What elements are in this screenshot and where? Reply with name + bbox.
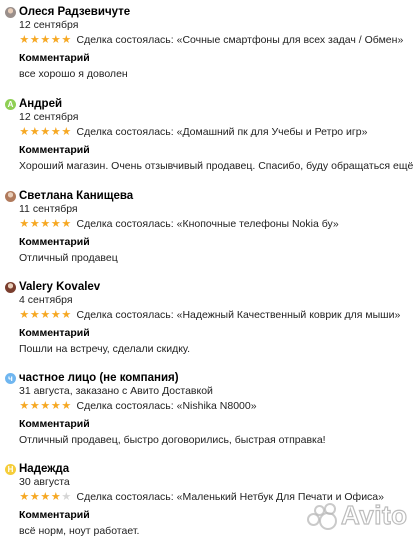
star-filled-icon: ★ (19, 400, 30, 412)
comment-label: Комментарий (19, 418, 90, 430)
avatar[interactable] (5, 190, 16, 202)
review-header: ч частное лицо (не компания) (5, 370, 179, 386)
deal-text: Сделка состоялась: «Nishika N8000» (77, 400, 257, 412)
star-filled-icon: ★ (40, 126, 51, 138)
comment-label: Комментарий (19, 144, 90, 156)
deal-title[interactable]: «Домашний пк для Учебы и Ретро игр» (177, 126, 368, 138)
deal-text: Сделка состоялась: «Надежный Качественны… (77, 309, 401, 321)
deal-text: Сделка состоялась: «Кнопочные телефоны N… (77, 218, 339, 230)
comment-text: Пошли на встречу, сделали скидку. (19, 343, 191, 355)
deal-prefix: Сделка состоялась: (76, 34, 174, 46)
deal-title[interactable]: «Сочные смартфоны для всех задач / Обмен… (177, 34, 404, 46)
star-filled-icon: ★ (50, 218, 61, 230)
reviewer-name[interactable]: Надежда (19, 463, 69, 475)
star-filled-icon: ★ (40, 400, 51, 412)
deal-row: ★ ★ ★ ★ ★ Сделка состоялась: «Nishika N8000» (19, 400, 257, 412)
rating-stars: ★ ★ ★ ★ ★ (19, 126, 72, 138)
deal-row: ★ ★ ★ ★ ★ Сделка состоялась: «Надежный Качес… (19, 309, 400, 321)
review-date: 12 сентября (19, 19, 79, 31)
deal-text: Сделка состоялась: «Домашний пк для Учеб… (77, 126, 368, 138)
review-date: 4 сентября (19, 294, 73, 306)
star-filled-icon: ★ (50, 126, 61, 138)
star-filled-icon: ★ (61, 218, 72, 230)
star-filled-icon: ★ (40, 309, 51, 321)
comment-text: всё норм, ноут работает. (19, 525, 140, 537)
star-filled-icon: ★ (29, 34, 40, 46)
star-filled-icon: ★ (50, 34, 61, 46)
deal-row: ★ ★ ★ ★ ★ Сделка состоялась: «Сочные смартфо… (19, 34, 403, 46)
reviewer-name[interactable]: Андрей (19, 98, 62, 110)
star-filled-icon: ★ (19, 309, 30, 321)
star-filled-icon: ★ (50, 491, 61, 503)
deal-prefix: Сделка состоялась: (76, 491, 174, 503)
review-date: 31 августа, заказано с Авито Доставкой (19, 385, 213, 397)
reviewer-name[interactable]: частное лицо (не компания) (19, 372, 179, 384)
deal-prefix: Сделка состоялась: (76, 400, 174, 412)
review-header: Олеся Радзевичуте (5, 4, 130, 20)
deal-title[interactable]: «Nishika N8000» (177, 400, 257, 412)
star-filled-icon: ★ (29, 491, 40, 503)
comment-label: Комментарий (19, 509, 90, 521)
deal-prefix: Сделка состоялась: (76, 309, 174, 321)
watermark-text: Avito (340, 499, 408, 530)
review-date: 11 сентября (19, 203, 78, 215)
deal-prefix: Сделка состоялась: (76, 126, 174, 138)
deal-title[interactable]: «Кнопочные телефоны Nokia бу» (177, 218, 339, 230)
avatar[interactable]: Н (5, 463, 16, 475)
star-filled-icon: ★ (29, 309, 40, 321)
rating-stars: ★ ★ ★ ★ ★ (19, 34, 72, 46)
avito-watermark: Avito (307, 499, 408, 531)
star-filled-icon: ★ (40, 218, 51, 230)
deal-prefix: Сделка состоялась: (76, 218, 174, 230)
avatar[interactable]: А (5, 98, 16, 110)
star-filled-icon: ★ (50, 400, 61, 412)
review-date: 12 сентября (19, 111, 79, 123)
comment-text: Отличный продавец (19, 252, 118, 264)
avatar[interactable] (5, 281, 16, 293)
star-filled-icon: ★ (29, 218, 40, 230)
reviewer-name[interactable]: Олеся Радзевичуте (19, 6, 130, 18)
reviewer-name[interactable]: Светлана Канищева (19, 190, 133, 202)
rating-stars: ★ ★ ★ ★ ★ (19, 491, 72, 503)
review-header: Н Надежда (5, 461, 69, 477)
star-filled-icon: ★ (19, 491, 30, 503)
star-filled-icon: ★ (19, 34, 30, 46)
star-filled-icon: ★ (61, 126, 72, 138)
star-filled-icon: ★ (40, 34, 51, 46)
star-filled-icon: ★ (61, 309, 72, 321)
comment-text: все хорошо я доволен (19, 68, 128, 80)
avatar[interactable] (5, 6, 16, 18)
star-filled-icon: ★ (61, 400, 72, 412)
star-empty-icon: ★ (61, 491, 72, 503)
rating-stars: ★ ★ ★ ★ ★ (19, 309, 72, 321)
avito-logo-icon (307, 502, 337, 530)
star-filled-icon: ★ (19, 218, 30, 230)
review-header: А Андрей (5, 96, 62, 112)
review-date: 30 августа (19, 476, 70, 488)
comment-text: Хороший магазин. Очень отзывчивый продав… (19, 160, 413, 172)
star-filled-icon: ★ (29, 400, 40, 412)
rating-stars: ★ ★ ★ ★ ★ (19, 400, 72, 412)
star-filled-icon: ★ (61, 34, 72, 46)
deal-text: Сделка состоялась: «Сочные смартфоны для… (77, 34, 404, 46)
comment-text: Отличный продавец, быстро договорились, … (19, 434, 326, 446)
deal-title[interactable]: «Надежный Качественный коврик для мыши» (177, 309, 401, 321)
star-filled-icon: ★ (40, 491, 51, 503)
review-header: Светлана Канищева (5, 188, 133, 204)
avatar[interactable]: ч (5, 372, 16, 384)
comment-label: Комментарий (19, 52, 90, 64)
star-filled-icon: ★ (19, 126, 30, 138)
rating-stars: ★ ★ ★ ★ ★ (19, 218, 72, 230)
reviewer-name[interactable]: Valery Kovalev (19, 281, 100, 293)
deal-row: ★ ★ ★ ★ ★ Сделка состоялась: «Кнопочные теле… (19, 218, 339, 230)
comment-label: Комментарий (19, 327, 90, 339)
star-filled-icon: ★ (29, 126, 40, 138)
review-header: Valery Kovalev (5, 279, 100, 295)
star-filled-icon: ★ (50, 309, 61, 321)
deal-row: ★ ★ ★ ★ ★ Сделка состоялась: «Домашний пк дл… (19, 126, 367, 138)
comment-label: Комментарий (19, 236, 90, 248)
